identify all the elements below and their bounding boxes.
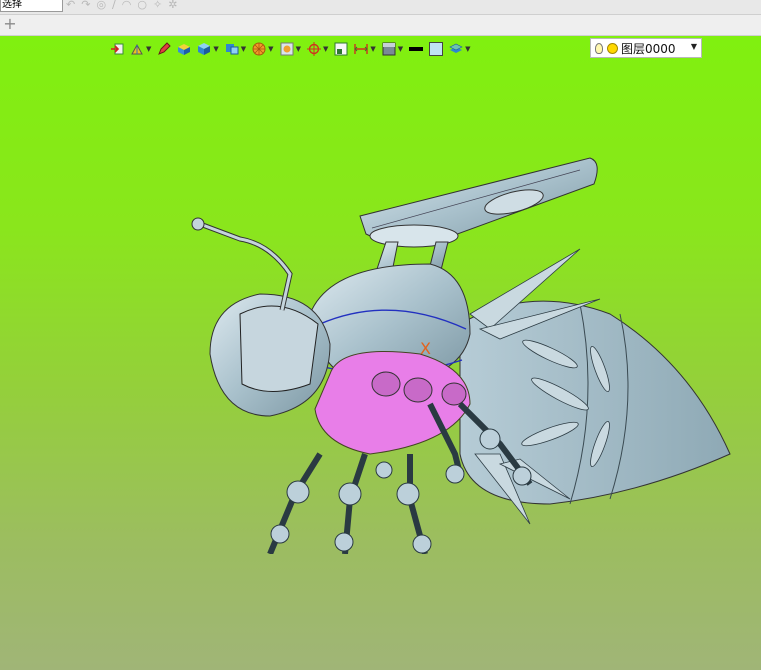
frame-button[interactable] xyxy=(334,39,348,59)
layer-selector[interactable]: 图层0000 ▼ xyxy=(590,38,702,58)
point-icon[interactable]: ✧ xyxy=(153,0,162,11)
background-icon xyxy=(382,42,396,56)
top-toolbar: 选择 ↶ ↷ ◎ ∕ ◠ ○ ✧ ✲ xyxy=(0,0,761,15)
chevron-down-icon[interactable]: ▼ xyxy=(398,45,403,53)
background-button[interactable]: ▼ xyxy=(382,39,403,59)
fill-color-button[interactable] xyxy=(429,39,444,59)
lightbulb-icon[interactable] xyxy=(595,42,603,54)
undo-icon[interactable]: ↶ xyxy=(66,0,75,11)
new-tab-button[interactable]: + xyxy=(3,15,17,35)
shaded-solid-button[interactable] xyxy=(177,39,191,59)
chevron-down-icon[interactable]: ▼ xyxy=(370,45,375,53)
chevron-down-icon[interactable]: ▼ xyxy=(323,45,328,53)
chevron-down-icon[interactable]: ▼ xyxy=(691,42,697,51)
section-view-button[interactable]: ▼ xyxy=(225,39,246,59)
snap-target-icon xyxy=(306,42,321,56)
chevron-down-icon[interactable]: ▼ xyxy=(241,45,246,53)
display-filter-button[interactable]: ▼ xyxy=(280,39,301,59)
exit-sketch-button[interactable] xyxy=(110,39,124,59)
layers-icon xyxy=(449,43,463,53)
bee-wing xyxy=(359,157,598,275)
section-view-icon xyxy=(225,44,239,55)
chevron-down-icon[interactable]: ▼ xyxy=(296,45,301,53)
exit-sketch-icon xyxy=(111,43,124,55)
display-filter-icon xyxy=(280,42,294,56)
arc-icon[interactable]: ◠ xyxy=(122,0,132,11)
bee-head xyxy=(191,217,331,417)
fill-color-icon xyxy=(429,42,444,56)
frame-icon xyxy=(334,42,348,56)
measure-icon[interactable]: ◎ xyxy=(96,0,106,11)
render-style-icon xyxy=(252,42,266,56)
pencil-button[interactable] xyxy=(157,39,172,59)
gear-icon[interactable]: ✲ xyxy=(168,0,177,11)
render-style-button[interactable]: ▼ xyxy=(252,39,274,59)
pencil-icon xyxy=(158,42,172,55)
cube-icon xyxy=(198,43,211,55)
dimension-button[interactable]: ▼ xyxy=(354,39,376,59)
dimension-icon xyxy=(354,44,369,54)
circle-icon[interactable]: ○ xyxy=(137,0,147,11)
snap-target-button[interactable]: ▼ xyxy=(306,39,328,59)
view-orientation-button[interactable]: ▼ xyxy=(130,39,151,59)
cube-button[interactable]: ▼ xyxy=(197,39,219,59)
view-orientation-icon xyxy=(131,43,143,55)
chevron-down-icon[interactable]: ▼ xyxy=(146,45,151,53)
view-toolbar: ▼ ▼ ▼ ▼ ▼ ▼ ▼ ▼ ▼ xyxy=(110,38,477,60)
document-tab-bar: + xyxy=(0,15,761,36)
line-icon[interactable]: ∕ xyxy=(112,0,116,11)
bee-abdomen xyxy=(459,248,731,525)
chevron-down-icon[interactable]: ▼ xyxy=(268,45,273,53)
chevron-down-icon[interactable]: ▼ xyxy=(213,45,218,53)
sun-icon[interactable] xyxy=(607,42,618,54)
selection-filter-input[interactable]: 选择 xyxy=(0,0,63,12)
line-color-icon xyxy=(409,47,424,51)
chevron-down-icon[interactable]: ▼ xyxy=(465,45,470,53)
disabled-toolbar-icons: ↶ ↷ ◎ ∕ ◠ ○ ✧ ✲ xyxy=(66,0,177,11)
shaded-solid-icon xyxy=(178,44,191,55)
line-color-button[interactable] xyxy=(409,39,424,59)
3d-viewport[interactable]: ▼ ▼ ▼ ▼ ▼ ▼ ▼ ▼ ▼ 图层0000 ▼ X xyxy=(0,36,761,670)
bee-3d-model[interactable]: X xyxy=(170,154,740,554)
redo-icon[interactable]: ↷ xyxy=(81,0,90,11)
layers-button[interactable]: ▼ xyxy=(449,39,471,59)
layer-selector-value: 图层0000 xyxy=(621,41,676,56)
